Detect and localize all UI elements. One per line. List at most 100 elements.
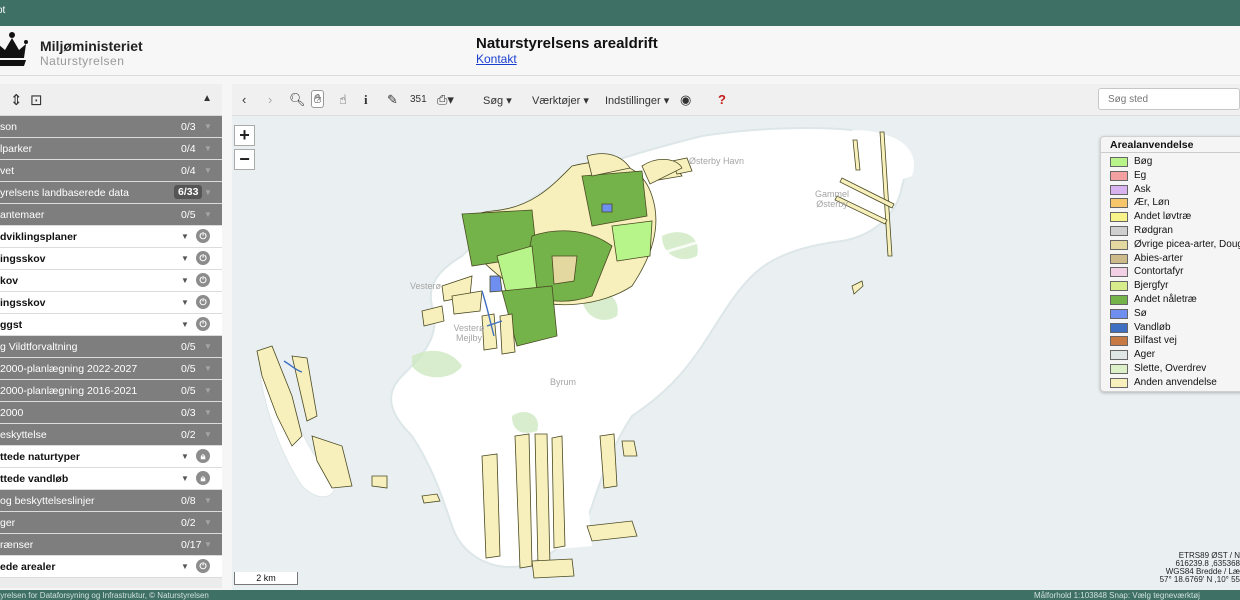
chevron-down-icon[interactable]: ▼ (204, 430, 212, 439)
ministry-name: Miljøministeriet (40, 38, 143, 54)
chevron-down-icon[interactable]: ▼ (181, 452, 189, 461)
locate-icon[interactable]: ◉ (680, 92, 691, 108)
zoom-in-button[interactable]: + (234, 125, 255, 146)
power-toggle-icon[interactable]: ⏻ (196, 295, 210, 309)
layer-group[interactable]: ger 0/2 ▼ (0, 512, 222, 534)
layer-item[interactable]: ttede vandløb ▼ 🔒︎ (0, 468, 222, 490)
island-map[interactable] (232, 116, 1240, 590)
chevron-down-icon[interactable]: ▼ (204, 144, 212, 153)
lock-icon[interactable]: 🔒︎ (196, 449, 210, 463)
layer-group[interactable]: son 0/3 ▼ (0, 116, 222, 138)
search-menu[interactable]: Søg ▾ (483, 94, 512, 107)
chevron-down-icon[interactable]: ▼ (181, 276, 189, 285)
crown-logo-icon (0, 32, 28, 66)
power-toggle-icon[interactable]: ⏻ (196, 273, 210, 287)
layer-item[interactable]: ingsskov ▼ ⏻ (0, 248, 222, 270)
chevron-down-icon[interactable]: ▼ (204, 364, 212, 373)
app-header: Miljøministeriet Naturstyrelsen Natursty… (0, 26, 1240, 76)
zoom-out-button[interactable]: − (234, 149, 255, 170)
layer-group[interactable]: og beskyttelseslinjer 0/8 ▼ (0, 490, 222, 512)
lock-icon[interactable]: 🔒︎ (196, 471, 210, 485)
layer-group[interactable]: g Vildtforvaltning 0/5 ▼ (0, 336, 222, 358)
power-toggle-icon[interactable]: ⏻ (196, 251, 210, 265)
legend-label: Sø (1134, 307, 1147, 319)
chevron-down-icon[interactable]: ▼ (204, 386, 212, 395)
legend-label: Ær, Løn (1134, 197, 1170, 209)
contact-link[interactable]: Kontakt (476, 52, 517, 66)
power-toggle-icon[interactable]: ⏻ (196, 317, 210, 331)
collapse-panel-icon[interactable]: ▲ (202, 93, 212, 104)
zoom-search-icon[interactable]: 🔍︎ (289, 92, 306, 108)
map-view[interactable]: + − Østerby Havn Gammel Østerby Vesterø … (232, 116, 1240, 590)
layer-group[interactable]: yrelsens landbaserede data 6/33 ▼ (0, 182, 222, 204)
legend-label: Bjergfyr (1134, 280, 1169, 292)
back-icon[interactable]: ‹ (242, 92, 246, 107)
chevron-down-icon[interactable]: ▼ (181, 562, 189, 571)
legend-swatch (1110, 336, 1128, 347)
layer-count-badge: 0/5 (181, 385, 196, 397)
layer-group[interactable]: 2000 0/3 ▼ (0, 402, 222, 424)
chevron-down-icon[interactable]: ▼ (204, 210, 212, 219)
expand-collapse-icon[interactable]: ⇕ (10, 91, 23, 109)
measure-label[interactable]: 351 (410, 94, 427, 105)
layer-count-badge: 0/17 (181, 539, 202, 551)
chevron-down-icon[interactable]: ▼ (181, 298, 189, 307)
layer-name: ttede vandløb (0, 473, 69, 485)
chevron-down-icon[interactable]: ▼ (204, 122, 212, 131)
chevron-down-icon[interactable]: ▼ (204, 188, 212, 197)
chevron-down-icon[interactable]: ▼ (181, 254, 189, 263)
legend-label: Andet løvtræ (1134, 211, 1192, 223)
search-place-input[interactable] (1098, 88, 1240, 110)
chevron-down-icon[interactable]: ▼ (204, 518, 212, 527)
chevron-down-icon[interactable]: ▼ (204, 408, 212, 417)
measure-icon[interactable]: ✎ (387, 92, 398, 108)
chevron-down-icon[interactable]: ▼ (181, 232, 189, 241)
layer-item[interactable]: ede arealer ▼ ⏻ (0, 556, 222, 578)
forward-icon[interactable]: › (268, 92, 272, 107)
layer-group[interactable]: 2000-planlægning 2022-2027 0/5 ▼ (0, 358, 222, 380)
chevron-down-icon[interactable]: ▼ (204, 540, 212, 549)
chevron-down-icon[interactable]: ▼ (204, 342, 212, 351)
power-toggle-icon[interactable]: ⏻ (196, 229, 210, 243)
layer-count-badge: 0/5 (181, 341, 196, 353)
legend-label: Contortafyr (1134, 266, 1184, 278)
place-label: Østerby Havn (689, 156, 745, 166)
legend-label: Eg (1134, 169, 1147, 181)
layer-item[interactable]: ttede naturtyper ▼ 🔒︎ (0, 446, 222, 468)
chevron-down-icon[interactable]: ▼ (181, 320, 189, 329)
help-icon[interactable]: ? (718, 92, 726, 107)
layer-item[interactable]: ingsskov ▼ ⏻ (0, 292, 222, 314)
layer-count-badge: 0/5 (181, 363, 196, 375)
tools-menu[interactable]: Værktøjer ▾ (532, 94, 589, 107)
select-icon[interactable]: ☝︎ (339, 92, 347, 108)
layer-group[interactable]: eskyttelse 0/2 ▼ (0, 424, 222, 446)
print-icon[interactable]: ⎙▾ (437, 92, 454, 108)
legend-label: Vandløb (1134, 321, 1171, 333)
pan-hand-icon[interactable]: ✋︎ (311, 90, 325, 108)
legend-swatch (1110, 253, 1128, 264)
top-bar-label: ot (0, 5, 6, 16)
legend-swatch (1110, 198, 1128, 209)
layer-group[interactable]: rænser 0/17 ▼ (0, 534, 222, 556)
power-toggle-icon[interactable]: ⏻ (196, 559, 210, 573)
chevron-down-icon[interactable]: ▼ (204, 496, 212, 505)
coord-line: 57° 18.6769' N ,10° 55 (1159, 575, 1240, 584)
layer-group[interactable]: lparker 0/4 ▼ (0, 138, 222, 160)
layer-group[interactable]: vet 0/4 ▼ (0, 160, 222, 182)
legend-swatch (1110, 350, 1128, 361)
info-icon[interactable]: i (364, 92, 368, 108)
layer-item[interactable]: dviklingsplaner ▼ ⏻ (0, 226, 222, 248)
chevron-down-icon[interactable]: ▼ (204, 166, 212, 175)
layer-name: ggst (0, 319, 23, 331)
layer-item[interactable]: kov ▼ ⏻ (0, 270, 222, 292)
settings-menu[interactable]: Indstillinger ▾ (605, 94, 669, 107)
legend-swatch (1110, 377, 1128, 388)
chevron-down-icon[interactable]: ▼ (181, 474, 189, 483)
place-label: Gammel Østerby (814, 189, 849, 209)
layer-group[interactable]: 2000-planlægning 2016-2021 0/5 ▼ (0, 380, 222, 402)
layer-item[interactable]: ggst ▼ ⏻ (0, 314, 222, 336)
legend-label: Ask (1134, 183, 1151, 195)
fit-layers-icon[interactable]: ⊡ (30, 91, 43, 109)
layer-name: yrelsens landbaserede data (0, 187, 130, 199)
layer-group[interactable]: antemaer 0/5 ▼ (0, 204, 222, 226)
